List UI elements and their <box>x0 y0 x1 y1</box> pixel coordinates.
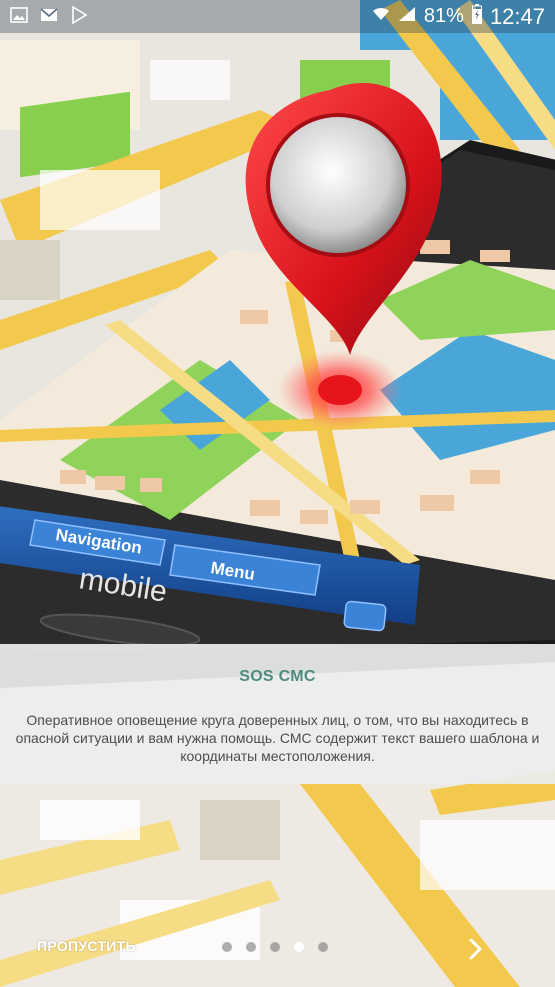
play-store-icon <box>70 5 88 25</box>
next-button[interactable] <box>462 936 488 962</box>
page-dot <box>294 942 304 952</box>
page-dot <box>318 942 328 952</box>
page-dot <box>246 942 256 952</box>
feature-description-panel: SOS СМС Оперативное оповещение круга дов… <box>0 644 555 784</box>
feature-title: SOS СМС <box>239 668 316 685</box>
image-icon <box>10 6 28 24</box>
clock: 12:47 <box>489 3 545 29</box>
wifi-icon <box>372 6 390 27</box>
page-indicator <box>222 942 328 952</box>
signal-icon <box>398 6 416 27</box>
map-phone-illustration: Navigation Menu mobile <box>0 0 555 987</box>
page-dot <box>270 942 280 952</box>
onboarding-screen: Navigation Menu mobile 81% 12:47 SOS СМС… <box>0 0 555 987</box>
status-bar: 81% 12:47 <box>0 0 555 33</box>
skip-button[interactable]: ПРОПУСТИТЬ <box>37 938 136 954</box>
feature-description: Оперативное оповещение круга доверенных … <box>15 712 540 764</box>
gmail-icon <box>40 6 58 24</box>
page-dot <box>222 942 232 952</box>
battery-percent: 81% <box>423 5 464 27</box>
battery-charging-icon <box>471 4 482 29</box>
chevron-right-icon <box>469 938 482 960</box>
